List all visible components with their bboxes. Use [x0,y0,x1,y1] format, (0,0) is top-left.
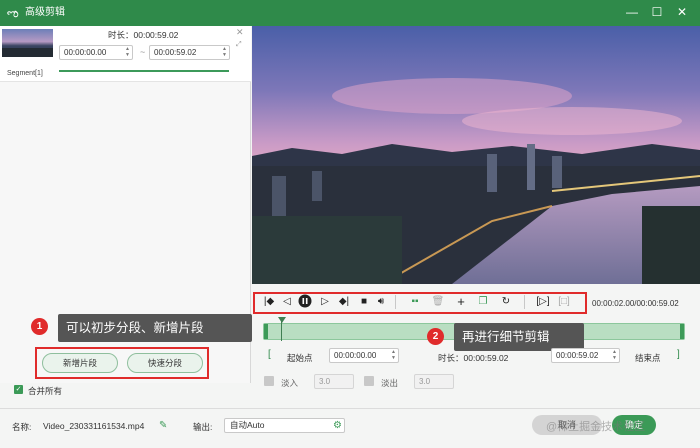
watermark: @稀土掘金技术社区 [546,421,646,433]
previous-frame-icon[interactable]: ◁ [279,294,295,310]
mark-in-icon[interactable]: [▷] [535,294,551,310]
title-bar: ಌ 高级剪辑 — ☐ ✕ [0,0,700,26]
player-controls: |◆ ◁ ▷ ◆| ■ 🔊︎ ▪▪ 🗑︎ + ❐ ↻ [▷] [□] [252,291,586,314]
end-bracket-icon: ] [677,349,680,360]
segment-start-input[interactable]: 00:00:00.00 ▲ ▼ [59,45,133,60]
stepper-icon[interactable]: ▲ ▼ [390,349,397,361]
app-logo-icon: ಌ [7,6,19,20]
go-to-end-icon[interactable]: ◆| [336,294,352,310]
set-end-button[interactable]: 结束点 [635,352,661,364]
delete-segment-icon[interactable]: ✕ [236,27,244,38]
merge-all-label: 合并所有 [28,386,63,396]
pause-icon [298,294,312,308]
window-title: 高级剪辑 [25,7,65,18]
next-frame-icon[interactable]: ▷ [317,294,333,310]
timeline-left-handle[interactable] [264,324,268,339]
fade-in-input[interactable]: 3.0 [314,374,354,389]
trim-start-input[interactable]: 00:00:00.00 ▲ ▼ [329,348,399,363]
fade-out-value: 3.0 [419,377,431,386]
player-timecode: 00:00:02.00/00:00:59.02 [592,299,679,308]
divider [395,295,396,309]
segment-thumbnail [2,29,53,57]
fade-in-value: 3.0 [319,377,331,386]
playhead-marker-icon[interactable] [278,317,286,323]
trash-icon[interactable]: 🗑︎ [430,294,446,310]
fade-in-checkbox[interactable] [264,376,274,386]
add-icon[interactable]: + [453,294,469,310]
quick-split-button[interactable]: 快速分段 [127,353,203,373]
pause-button[interactable] [297,294,313,310]
tip-1-badge: 1 [31,318,48,335]
mark-out-icon[interactable]: [□] [556,294,572,310]
stop-icon[interactable]: ■ [356,294,372,310]
segment-start-value: 00:00:00.00 [64,48,107,57]
bottom-bar: 名称: Video_230331161534.mp4 ✎ 输出: 自动Auto … [0,408,700,448]
segment-progress-bar [59,70,229,72]
video-preview[interactable] [252,26,700,284]
gear-icon[interactable]: ⚙ [333,419,342,432]
trim-end-input[interactable]: 00:00:59.02 ▲ ▼ [551,348,620,363]
start-bracket-icon: [ [268,349,271,360]
video-frame [252,26,700,284]
minimize-button[interactable]: — [623,3,641,21]
stepper-icon[interactable]: ▲ ▼ [124,46,131,58]
reset-icon[interactable]: ↻ [498,294,514,310]
merge-all-checkbox[interactable]: ✓ [14,385,23,394]
tip-2: 再进行细节剪辑 [454,323,584,351]
trim-duration: 时长：00:00:59.02 [438,353,509,363]
trim-end-value: 00:00:59.02 [556,351,599,360]
fade-out-input[interactable]: 3.0 [414,374,454,389]
stepper-icon[interactable]: ▲ ▼ [221,46,228,58]
add-segment-button[interactable]: 新增片段 [42,353,118,373]
maximize-button[interactable]: ☐ [648,3,666,21]
expand-icon[interactable]: ⤢ [236,41,242,49]
edit-name-icon[interactable]: ✎ [159,420,167,431]
segment-end-value: 00:00:59.02 [154,48,197,57]
output-label: 输出: [193,422,213,432]
segment-duration: 时长：00:00:59.02 [108,30,179,40]
name-label: 名称: [12,422,32,432]
timeline-right-handle[interactable] [680,324,684,339]
fade-out-checkbox[interactable] [364,376,374,386]
file-name: Video_230331161534.mp4 [43,421,145,431]
output-select[interactable]: 自动Auto ⚙ [224,418,345,433]
tip-2-badge: 2 [427,328,444,345]
go-to-start-icon[interactable]: |◆ [261,294,277,310]
output-value: 自动Auto [230,420,265,430]
trim-start-value: 00:00:00.00 [334,351,377,360]
range-separator: ~ [140,47,146,57]
tip-1: 可以初步分段、新增片段 [58,314,252,342]
fade-out-label: 淡出 [381,378,399,388]
stepper-icon[interactable]: ▲ ▼ [611,349,618,361]
segment-end-input[interactable]: 00:00:59.02 ▲ ▼ [149,45,230,60]
set-start-button[interactable]: 起始点 [287,352,313,364]
divider [524,295,525,309]
split-icon[interactable]: ▪▪ [407,294,423,310]
segment-item[interactable]: Segment[1] 时长：00:00:59.02 00:00:00.00 ▲ ▼… [0,26,251,82]
copy-icon[interactable]: ❐ [475,294,491,310]
volume-icon[interactable]: 🔊︎ [373,294,389,310]
segment-label: Segment[1] [7,70,43,77]
close-button[interactable]: ✕ [673,3,691,21]
fade-in-label: 淡入 [281,378,299,388]
